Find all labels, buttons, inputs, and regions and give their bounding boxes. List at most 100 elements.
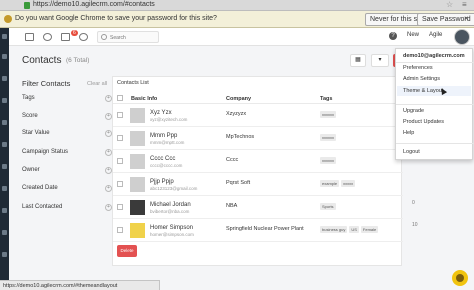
menu-divider: [396, 143, 474, 144]
menu-item-logout[interactable]: Logout: [403, 149, 420, 155]
filter-label: Created Date: [22, 185, 58, 191]
lightbulb-icon: [456, 274, 464, 282]
tag[interactable]: Sports: [320, 203, 336, 210]
filter-label: Last Contacted: [22, 204, 63, 210]
contact-name[interactable]: Xyz Yzx: [150, 110, 172, 116]
delete-button[interactable]: Delete: [117, 245, 137, 257]
cases-icon[interactable]: [2, 230, 7, 235]
account-email: demo10@agilecrm.com: [403, 53, 465, 59]
search-box: [97, 31, 159, 43]
row-checkbox[interactable]: [117, 158, 123, 164]
plus-icon[interactable]: +: [105, 185, 112, 192]
contact-email: bvibertor@nba.com: [150, 209, 190, 214]
contact-photo: [130, 177, 145, 192]
search-input[interactable]: [110, 33, 156, 42]
menu-item-product-updates[interactable]: Product Updates: [403, 119, 444, 125]
documents-icon[interactable]: [2, 186, 7, 191]
column-basic-info[interactable]: Basic Info: [131, 96, 157, 102]
plus-icon[interactable]: +: [105, 149, 112, 156]
contact-tags: xxxxxx: [320, 134, 338, 142]
help-chat-button[interactable]: [452, 270, 468, 286]
tag[interactable]: xxxxx: [341, 180, 356, 187]
contacts-icon[interactable]: [2, 76, 7, 81]
menu-item-theme-layout[interactable]: Theme & Layout: [397, 86, 471, 96]
filter-tags[interactable]: Tags +: [22, 95, 112, 105]
plus-icon[interactable]: +: [105, 113, 112, 120]
plus-icon[interactable]: +: [105, 167, 112, 174]
contact-tags: Sports: [320, 203, 338, 211]
column-tags[interactable]: Tags: [320, 96, 332, 102]
tag[interactable]: xxxxxx: [320, 111, 336, 118]
filter-created-date[interactable]: Created Date +: [22, 185, 112, 195]
filter-label: Owner: [22, 167, 40, 173]
account-menu-button[interactable]: Agile: [429, 32, 442, 38]
contact-company: Xzyzyzx: [226, 111, 247, 117]
contact-name[interactable]: Michael Jordan: [150, 202, 191, 208]
grid-icon[interactable]: [25, 33, 34, 41]
options-dropdown-button[interactable]: ▾: [371, 54, 389, 67]
close-icon[interactable]: ×: [464, 14, 469, 23]
help-icon[interactable]: ?: [389, 32, 397, 40]
tag[interactable]: business guy: [320, 226, 348, 233]
filter-heading: Filter Contacts: [22, 79, 71, 88]
view-toggle-button[interactable]: ▦: [350, 54, 366, 67]
tag[interactable]: xxxxxx: [320, 157, 336, 164]
row-checkbox[interactable]: [117, 135, 123, 141]
activities-icon[interactable]: [2, 252, 7, 257]
tag[interactable]: example: [320, 180, 340, 187]
table-row[interactable]: Mmm Ppp mmm@mptt.com MpTechnos xxxxxx: [113, 128, 403, 150]
calendar-icon[interactable]: [2, 98, 7, 103]
contact-name[interactable]: Mmm Ppp: [150, 133, 177, 139]
history-icon[interactable]: [79, 33, 88, 41]
bookmark-star-icon[interactable]: ☆: [446, 0, 453, 9]
contact-name[interactable]: Homer Simpson: [150, 225, 193, 231]
contact-name[interactable]: Cccc Ccc: [150, 156, 175, 162]
reports-icon[interactable]: [2, 164, 7, 169]
row-checkbox[interactable]: [117, 227, 123, 233]
social-icon[interactable]: [2, 208, 7, 213]
contact-photo: [130, 131, 145, 146]
filter-label: Star Value: [22, 130, 50, 136]
contact-email: homer@simpson.com: [150, 232, 194, 237]
menu-item-upgrade[interactable]: Upgrade: [403, 108, 424, 114]
filter-star-value[interactable]: Star Value +: [22, 130, 112, 140]
table-row[interactable]: Cccc Ccc cccc@cccc.com Cccc xxxxxx: [113, 151, 403, 173]
cloud-icon[interactable]: [2, 34, 7, 39]
filter-panel: Filter Contacts Clear all Tags + Score + S…: [9, 76, 112, 276]
filter-score[interactable]: Score +: [22, 113, 112, 123]
contact-name[interactable]: Pjjp Ppjp: [150, 179, 174, 185]
plus-icon[interactable]: +: [105, 130, 112, 137]
tag[interactable]: Female: [360, 226, 379, 233]
filter-last-contacted[interactable]: Last Contacted +: [22, 204, 112, 214]
filter-campaign-status[interactable]: Campaign Status +: [22, 149, 112, 159]
menu-item-preferences[interactable]: Preferences: [403, 65, 433, 71]
user-plus-icon[interactable]: [43, 33, 52, 41]
row-checkbox[interactable]: [117, 181, 123, 187]
table-row[interactable]: Pjjp Ppjp abc123123@gmail.com Pqrst Soft…: [113, 174, 403, 196]
deals-icon[interactable]: [2, 120, 7, 125]
campaigns-icon[interactable]: [2, 142, 7, 147]
column-company[interactable]: Company: [226, 96, 251, 102]
tag[interactable]: xxxxxx: [320, 134, 336, 141]
avatar[interactable]: [454, 29, 470, 45]
table-row[interactable]: Xyz Yzx xyz@xyzitech.com Xzyzyzx xxxxxx: [113, 105, 403, 127]
filter-owner[interactable]: Owner +: [22, 167, 112, 177]
select-all-checkbox[interactable]: [117, 95, 123, 101]
menu-item-admin-settings[interactable]: Admin Settings: [403, 76, 440, 82]
row-checkbox[interactable]: [117, 112, 123, 118]
row-checkbox[interactable]: [117, 204, 123, 210]
dashboard-icon[interactable]: [2, 54, 7, 59]
menu-item-help[interactable]: Help: [403, 130, 414, 136]
url-text[interactable]: https://demo10.agilecrm.com/#contacts: [33, 1, 155, 8]
plus-icon[interactable]: +: [105, 95, 112, 102]
new-menu-button[interactable]: New: [407, 32, 419, 38]
browser-menu-icon[interactable]: ≡: [462, 0, 467, 9]
plus-icon[interactable]: +: [105, 204, 112, 211]
app-topbar: 6 ? New Agile: [9, 28, 474, 46]
notification-icon[interactable]: [61, 33, 70, 41]
table-row[interactable]: Homer Simpson homer@simpson.com Springfi…: [113, 220, 403, 242]
table-row[interactable]: Michael Jordan bvibertor@nba.com NBA Spo…: [113, 197, 403, 219]
browser-status-bar: https://demo10.agilecrm.com/#themeandlay…: [0, 280, 160, 290]
tag[interactable]: US: [349, 226, 359, 233]
clear-all-link[interactable]: Clear all: [87, 81, 107, 87]
